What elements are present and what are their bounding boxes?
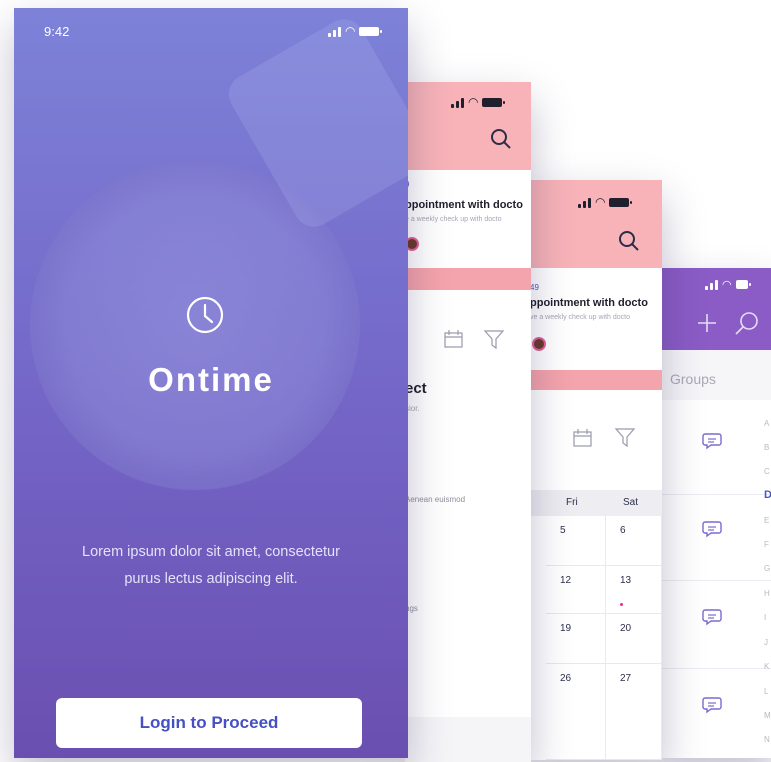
- alpha-index[interactable]: B: [764, 443, 769, 452]
- alpha-index[interactable]: K: [764, 662, 769, 671]
- bottom-bar: [405, 717, 531, 762]
- login-button[interactable]: Login to Proceed: [56, 698, 362, 748]
- tab-groups[interactable]: Groups: [670, 371, 716, 387]
- divider: [662, 494, 771, 495]
- filter-icon[interactable]: [483, 328, 505, 350]
- add-icon[interactable]: [696, 312, 718, 334]
- section-heading: ect: [405, 380, 427, 397]
- card-title: ppointment with docto: [405, 199, 523, 211]
- divider: [662, 668, 771, 669]
- calendar-day[interactable]: 20: [606, 614, 662, 664]
- search-icon[interactable]: [490, 128, 512, 150]
- filter-icon[interactable]: [614, 426, 636, 448]
- detail-screen: ◠ 9 ppointment with docto e a weekly che…: [405, 82, 531, 762]
- calendar-day[interactable]: 27: [606, 664, 662, 760]
- app-title: Ontime: [148, 361, 274, 398]
- calendar-icon[interactable]: [572, 428, 594, 448]
- search-icon[interactable]: [734, 310, 760, 336]
- card-title: ppointment with docto: [530, 297, 648, 309]
- event-dot: [620, 603, 623, 606]
- avatar: [532, 337, 546, 351]
- calendar-day[interactable]: 5: [546, 516, 606, 566]
- calendar-icon[interactable]: [443, 329, 465, 349]
- alpha-index[interactable]: G: [764, 564, 770, 573]
- login-screen: 9:42 ◠ Ontime Lorem ipsum dolor sit amet…: [14, 8, 408, 758]
- calendar-day[interactable]: 13: [606, 566, 662, 614]
- alpha-index[interactable]: J: [764, 638, 768, 647]
- alpha-index[interactable]: A: [764, 419, 769, 428]
- calendar-day[interactable]: 12: [546, 566, 606, 614]
- chat-icon[interactable]: [702, 520, 722, 538]
- status-icons: ◠: [451, 95, 506, 109]
- pink-strip: [405, 268, 531, 290]
- calendar-day[interactable]: 6: [606, 516, 662, 566]
- chat-icon[interactable]: [702, 608, 722, 626]
- login-button-label: Login to Proceed: [139, 713, 279, 732]
- status-time: 9:42: [44, 24, 70, 39]
- weekday-fri: Fri: [566, 497, 578, 508]
- status-icons: ◠: [578, 195, 633, 209]
- chat-icon[interactable]: [702, 696, 722, 714]
- calendar-day[interactable]: 19: [546, 614, 606, 664]
- pink-strip: [530, 370, 662, 390]
- alpha-index-active[interactable]: D: [764, 489, 771, 501]
- pink-header: [530, 180, 662, 268]
- card-subtitle: ve a weekly check up with docto: [530, 314, 630, 321]
- status-icons: ◠: [705, 278, 751, 291]
- calendar-screen: ◠ 49 ppointment with docto ve a weekly c…: [530, 180, 662, 760]
- groups-screen: ◠ Groups: [662, 268, 771, 758]
- alpha-index[interactable]: I: [764, 613, 766, 622]
- divider: [662, 580, 771, 581]
- calendar-day[interactable]: 26: [546, 664, 606, 760]
- tagline-line-2: purus lectus adipiscing elit.: [124, 571, 298, 587]
- weekday-header: [530, 490, 662, 516]
- alpha-index[interactable]: H: [764, 589, 770, 598]
- alpha-index[interactable]: M: [764, 711, 771, 720]
- alpha-index[interactable]: L: [764, 687, 768, 696]
- alpha-index[interactable]: E: [764, 516, 769, 525]
- card-date: 49: [530, 283, 539, 292]
- alpha-index[interactable]: N: [764, 735, 770, 744]
- status-icons: ◠: [328, 24, 383, 38]
- tagline-line-1: Lorem ipsum dolor sit amet, consectetur: [82, 544, 340, 560]
- body-text: Aenean euismod: [405, 495, 466, 504]
- alpha-index[interactable]: C: [764, 467, 770, 476]
- clock-icon: [185, 295, 225, 335]
- chat-icon[interactable]: [702, 432, 722, 450]
- weekday-sat: Sat: [623, 497, 639, 508]
- appointment-card[interactable]: [530, 268, 662, 350]
- card-subtitle: e a weekly check up with docto: [405, 216, 502, 223]
- search-icon[interactable]: [618, 230, 640, 252]
- alpha-index[interactable]: F: [764, 540, 769, 549]
